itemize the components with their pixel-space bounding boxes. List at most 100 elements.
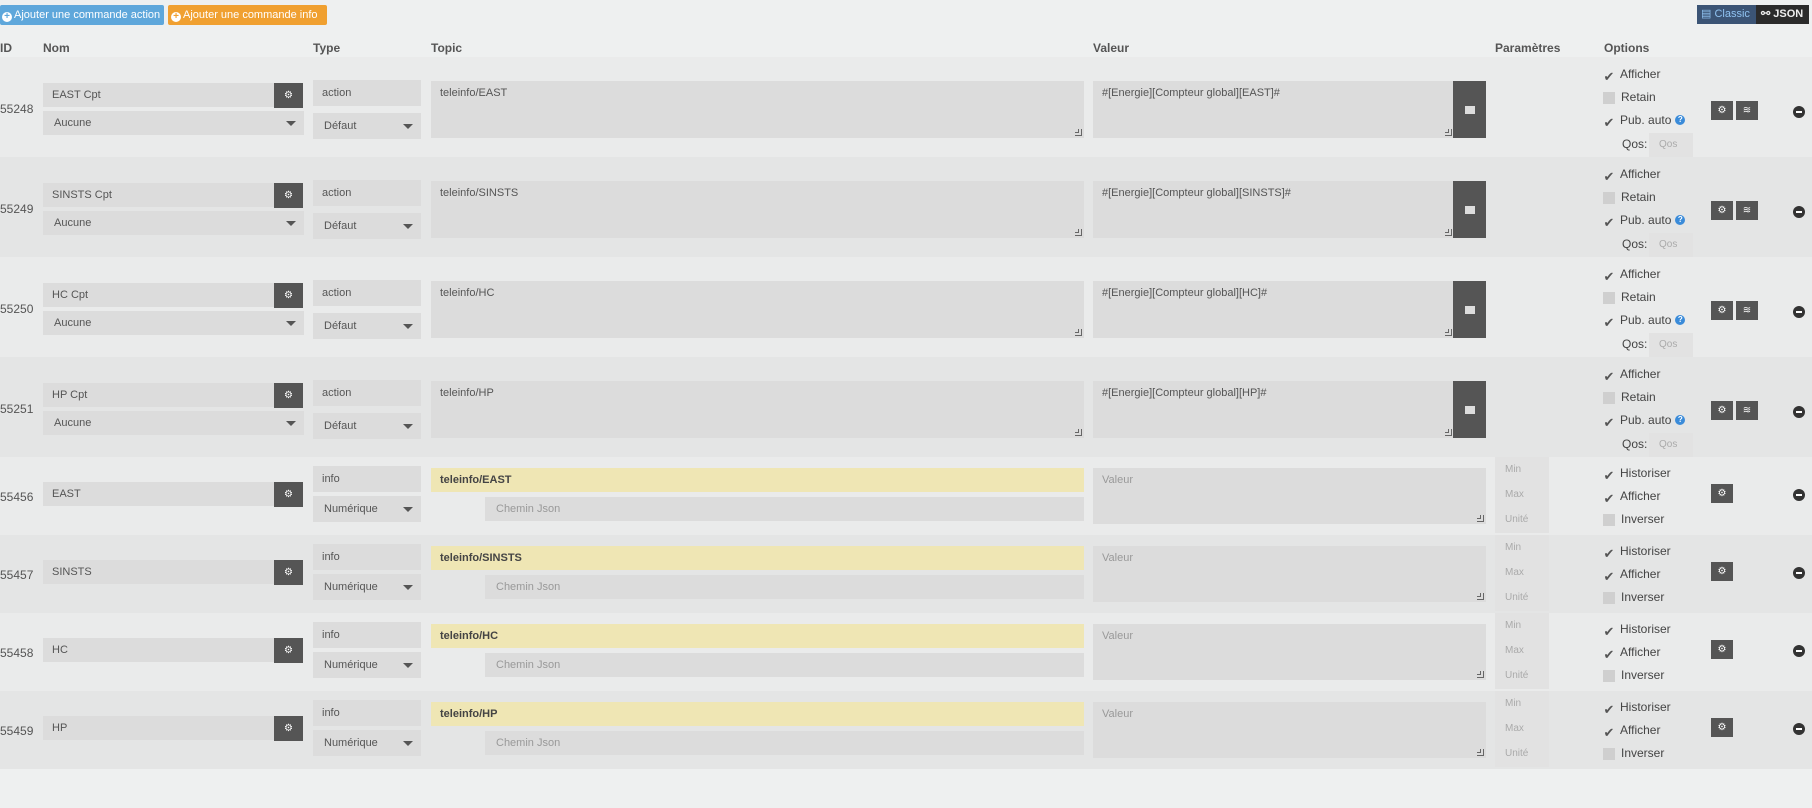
configure-name-button[interactable]: ⚙ [274, 83, 303, 108]
name-input[interactable]: HP Cpt [43, 383, 274, 407]
remove-command-icon[interactable] [1793, 306, 1805, 318]
topic-input[interactable]: teleinfo/HC [431, 624, 1084, 648]
check-icon[interactable]: ✔ [1602, 70, 1616, 84]
object-select[interactable]: Aucune [43, 211, 304, 235]
rss-button[interactable]: ≋ [1736, 101, 1758, 120]
help-icon[interactable]: ? [1675, 215, 1686, 225]
check-icon[interactable]: ✔ [1602, 370, 1616, 384]
checkbox-empty[interactable] [1603, 92, 1615, 104]
pub-auto-checkbox[interactable]: ✔ Pub. auto? [1602, 312, 1686, 330]
add-action-command-button[interactable]: + Ajouter une commande action [0, 5, 164, 25]
topic-textarea[interactable]: teleinfo/HC [431, 281, 1084, 338]
unit-input[interactable]: Unité [1495, 663, 1549, 688]
afficher-checkbox[interactable]: ✔ Afficher [1602, 488, 1661, 506]
min-input[interactable]: Min [1495, 691, 1549, 716]
resize-handle[interactable] [1445, 429, 1452, 436]
remove-command-icon[interactable] [1793, 567, 1805, 579]
configure-name-button[interactable]: ⚙ [274, 560, 303, 585]
resize-handle[interactable] [1477, 749, 1484, 756]
type-input[interactable]: info [313, 622, 421, 648]
advanced-config-button[interactable]: ⚙ [1711, 718, 1733, 737]
remove-command-icon[interactable] [1793, 106, 1805, 118]
rss-button[interactable]: ≋ [1736, 301, 1758, 320]
json-path-input[interactable]: Chemin Json [485, 497, 1084, 521]
rss-button[interactable]: ≋ [1736, 201, 1758, 220]
topic-textarea[interactable]: teleinfo/EAST [431, 81, 1084, 138]
value-textarea[interactable]: Valeur [1093, 468, 1486, 524]
check-icon[interactable]: ✔ [1602, 316, 1616, 330]
max-input[interactable]: Max [1495, 482, 1549, 507]
check-icon[interactable]: ✔ [1602, 170, 1616, 184]
advanced-config-button[interactable]: ⚙ [1711, 201, 1733, 220]
topic-textarea[interactable]: teleinfo/HP [431, 381, 1084, 438]
remove-command-icon[interactable] [1793, 206, 1805, 218]
type-input[interactable]: info [313, 544, 421, 570]
configure-name-button[interactable]: ⚙ [274, 716, 303, 741]
check-icon[interactable]: ✔ [1602, 726, 1616, 740]
configure-name-button[interactable]: ⚙ [274, 383, 303, 408]
subtype-select[interactable]: Numérique [313, 652, 421, 678]
remove-command-icon[interactable] [1793, 406, 1805, 418]
configure-name-button[interactable]: ⚙ [274, 283, 303, 308]
type-input[interactable]: action [313, 180, 421, 206]
qos-input[interactable]: Qos [1649, 233, 1693, 257]
inverser-checkbox[interactable]: Inverser [1602, 667, 1664, 683]
help-icon[interactable]: ? [1675, 315, 1686, 325]
resize-handle[interactable] [1445, 229, 1452, 236]
qos-input[interactable]: Qos [1649, 433, 1693, 457]
name-input[interactable]: HC Cpt [43, 283, 274, 307]
object-select[interactable]: Aucune [43, 311, 304, 335]
value-list-button[interactable] [1453, 281, 1486, 338]
max-input[interactable]: Max [1495, 560, 1549, 585]
view-json-button[interactable]: ⚯ JSON [1756, 5, 1809, 24]
remove-command-icon[interactable] [1793, 723, 1805, 735]
topic-input[interactable]: teleinfo/HP [431, 702, 1084, 726]
retain-checkbox[interactable]: Retain [1602, 389, 1656, 405]
afficher-checkbox[interactable]: ✔ Afficher [1602, 266, 1661, 284]
check-icon[interactable]: ✔ [1602, 547, 1616, 561]
historiser-checkbox[interactable]: ✔ Historiser [1602, 543, 1671, 561]
topic-input[interactable]: teleinfo/SINSTS [431, 546, 1084, 570]
check-icon[interactable]: ✔ [1602, 570, 1616, 584]
qos-input[interactable]: Qos [1649, 333, 1693, 357]
advanced-config-button[interactable]: ⚙ [1711, 484, 1733, 503]
resize-handle[interactable] [1477, 593, 1484, 600]
afficher-checkbox[interactable]: ✔ Afficher [1602, 366, 1661, 384]
value-textarea[interactable]: Valeur [1093, 546, 1486, 602]
value-textarea[interactable]: #[Energie][Compteur global][HP]# [1093, 381, 1454, 438]
value-textarea[interactable]: #[Energie][Compteur global][EAST]# [1093, 81, 1454, 138]
check-icon[interactable]: ✔ [1602, 703, 1616, 717]
check-icon[interactable]: ✔ [1602, 648, 1616, 662]
view-classic-button[interactable]: ▤ Classic [1697, 5, 1756, 24]
historiser-checkbox[interactable]: ✔ Historiser [1602, 621, 1671, 639]
type-input[interactable]: action [313, 80, 421, 106]
rss-button[interactable]: ≋ [1736, 401, 1758, 420]
checkbox-empty[interactable] [1603, 748, 1615, 760]
json-path-input[interactable]: Chemin Json [485, 731, 1084, 755]
resize-handle[interactable] [1075, 429, 1082, 436]
checkbox-empty[interactable] [1603, 192, 1615, 204]
min-input[interactable]: Min [1495, 613, 1549, 638]
inverser-checkbox[interactable]: Inverser [1602, 589, 1664, 605]
value-textarea[interactable]: #[Energie][Compteur global][HC]# [1093, 281, 1454, 338]
value-textarea[interactable]: Valeur [1093, 624, 1486, 680]
subtype-select[interactable]: Numérique [313, 496, 421, 522]
check-icon[interactable]: ✔ [1602, 416, 1616, 430]
value-textarea[interactable]: #[Energie][Compteur global][SINSTS]# [1093, 181, 1454, 238]
unit-input[interactable]: Unité [1495, 741, 1549, 766]
retain-checkbox[interactable]: Retain [1602, 89, 1656, 105]
add-info-command-button[interactable]: + Ajouter une commande info [168, 5, 327, 25]
afficher-checkbox[interactable]: ✔ Afficher [1602, 66, 1661, 84]
max-input[interactable]: Max [1495, 638, 1549, 663]
check-icon[interactable]: ✔ [1602, 469, 1616, 483]
check-icon[interactable]: ✔ [1602, 216, 1616, 230]
resize-handle[interactable] [1075, 229, 1082, 236]
subtype-select[interactable]: Défaut [313, 313, 421, 339]
checkbox-empty[interactable] [1603, 514, 1615, 526]
type-input[interactable]: action [313, 380, 421, 406]
unit-input[interactable]: Unité [1495, 507, 1549, 532]
checkbox-empty[interactable] [1603, 392, 1615, 404]
unit-input[interactable]: Unité [1495, 585, 1549, 610]
help-icon[interactable]: ? [1675, 115, 1686, 125]
name-input[interactable]: HC [43, 638, 274, 662]
